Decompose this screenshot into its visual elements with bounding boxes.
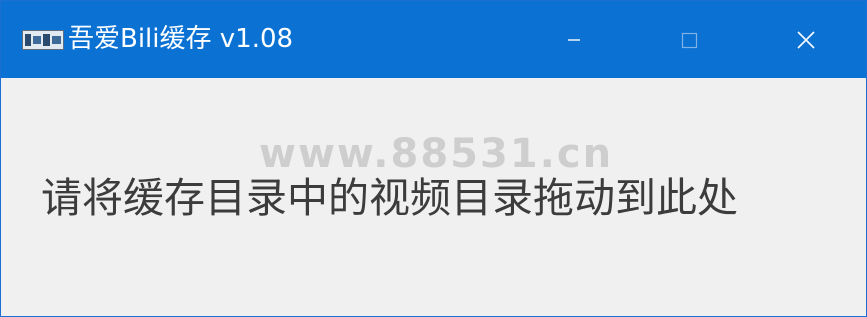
app-window: 吾爱Bili缓存 v1.08 www.88531.cn 请将缓存目录中的视频目录… [0, 0, 867, 317]
window-title: 吾爱Bili缓存 v1.08 [68, 24, 294, 54]
main-content: www.88531.cn 请将缓存目录中的视频目录拖动到此处 [1, 78, 866, 316]
drop-prompt-label: 请将缓存目录中的视频目录拖动到此处 [41, 174, 738, 222]
minimize-icon [568, 38, 580, 41]
maximize-button[interactable] [633, 1, 745, 78]
close-icon [797, 30, 815, 49]
title-bar[interactable]: 吾爱Bili缓存 v1.08 [1, 1, 866, 78]
close-button[interactable] [750, 1, 862, 78]
app-logo-icon [22, 30, 64, 50]
maximize-icon [681, 32, 698, 48]
minimize-button[interactable] [518, 1, 630, 78]
